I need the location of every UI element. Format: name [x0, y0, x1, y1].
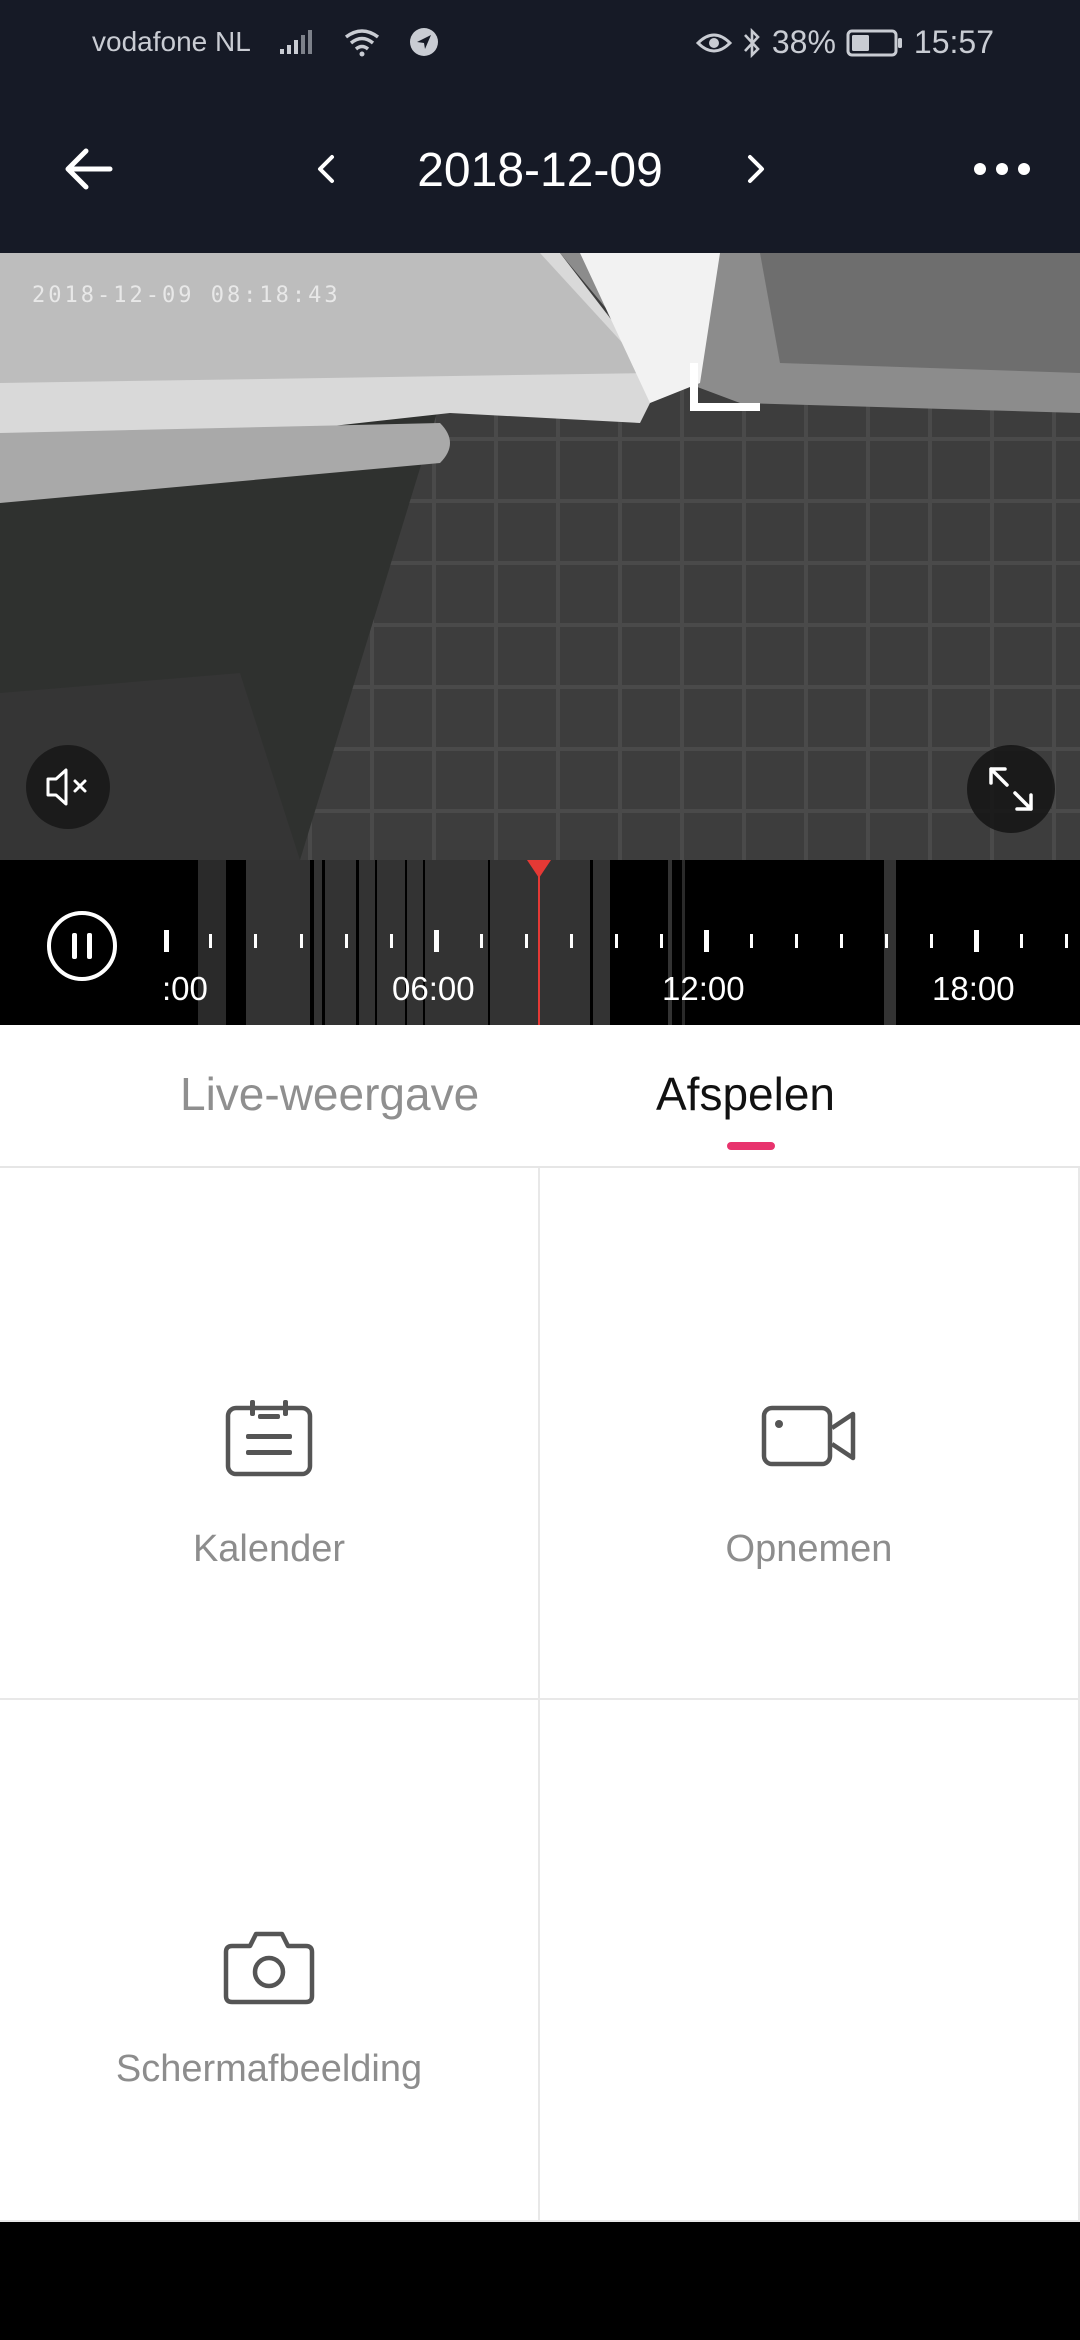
- record-label: Opnemen: [725, 1528, 893, 1570]
- back-arrow-icon[interactable]: [56, 137, 120, 201]
- clock: 15:57: [913, 24, 994, 60]
- calendar-button[interactable]: Kalender: [0, 1168, 540, 1700]
- empty-cell: [540, 1700, 1080, 2222]
- calendar-label: Kalender: [192, 1528, 346, 1570]
- tab-bar: Live-weergave Afspelen: [0, 1025, 1080, 1168]
- mute-icon: [46, 768, 87, 806]
- status-bar: vodafone NL 38% 15:57: [0, 0, 1080, 85]
- status-right: 38% 15:57: [695, 24, 994, 61]
- more-icon[interactable]: [966, 149, 1038, 189]
- osd-timestamp: 2018-12-09 08:18:43: [32, 283, 341, 308]
- timeline-label-3: 18:00: [932, 970, 1015, 1007]
- navigation-bar: [0, 2222, 1080, 2340]
- action-grid: Kalender Opnemen Schermafbeelding: [0, 1168, 1080, 2222]
- timeline-label-0: :00: [162, 970, 208, 1007]
- screenshot-label: Schermafbeelding: [115, 2048, 423, 2090]
- chevron-left-icon[interactable]: [302, 145, 350, 193]
- camera-icon: [223, 1931, 315, 2005]
- timeline-label-1: 06:00: [392, 970, 475, 1007]
- tab-live[interactable]: Live-weergave: [180, 1067, 479, 1121]
- fullscreen-button[interactable]: [967, 745, 1055, 833]
- battery-icon: [846, 29, 902, 56]
- mute-button[interactable]: [26, 745, 110, 829]
- calendar-icon: [225, 1400, 313, 1477]
- date-title: 2018-12-09: [417, 144, 663, 197]
- timeline-label-2: 12:00: [662, 970, 745, 1007]
- wifi-icon: [344, 29, 379, 57]
- chevron-right-icon[interactable]: [732, 145, 780, 193]
- screenshot-button[interactable]: Schermafbeelding: [0, 1700, 540, 2222]
- bluetooth-icon: [743, 27, 760, 58]
- app-header: 2018-12-09: [0, 85, 1080, 253]
- pause-icon[interactable]: [46, 910, 118, 982]
- location-icon: [409, 28, 438, 56]
- eye-icon: [695, 33, 732, 52]
- tab-active-indicator: [727, 1142, 775, 1150]
- battery-percentage: 38%: [771, 24, 836, 60]
- video-player[interactable]: 2018-12-09 08:18:43: [0, 253, 1080, 860]
- fullscreen-icon: [989, 767, 1033, 811]
- tab-playback[interactable]: Afspelen: [656, 1067, 835, 1121]
- camera-feed: [0, 253, 1080, 860]
- status-left: vodafone NL: [92, 26, 439, 58]
- timeline[interactable]: :00 06:00 12:00 18:00: [0, 860, 1080, 1025]
- video-camera-icon: [761, 1405, 856, 1467]
- carrier-name: vodafone NL: [92, 26, 251, 57]
- signal-icon: [279, 30, 312, 54]
- record-button[interactable]: Opnemen: [540, 1168, 1080, 1700]
